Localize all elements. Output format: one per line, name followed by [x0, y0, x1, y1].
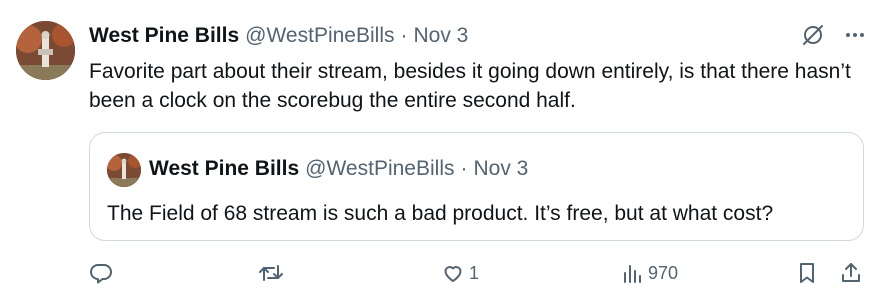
views-button[interactable]: 970 [620, 258, 678, 288]
retweet-icon [258, 261, 284, 285]
tweet-header: West Pine Bills @WestPineBills · Nov 3 [89, 22, 468, 50]
avatar-image [16, 21, 75, 80]
like-icon [441, 261, 465, 285]
tweet-text: Favorite part about their stream, beside… [89, 60, 851, 112]
views-count: 970 [648, 262, 679, 283]
like-count: 1 [469, 262, 480, 283]
tweet-top-actions [800, 22, 866, 48]
share-button[interactable] [839, 258, 863, 288]
more-icon[interactable] [844, 24, 866, 46]
retweet-button[interactable] [258, 258, 288, 288]
like-button[interactable]: 1 [441, 258, 479, 288]
quoted-author-name: West Pine Bills [149, 157, 300, 180]
quoted-avatar-image [107, 153, 141, 187]
grok-icon[interactable] [800, 22, 826, 48]
author-handle[interactable]: @WestPineBills [245, 24, 394, 48]
avatar[interactable] [16, 21, 75, 80]
author-name[interactable]: West Pine Bills [89, 24, 239, 48]
tweet-date[interactable]: Nov 3 [413, 24, 468, 48]
quoted-separator-dot: · [460, 157, 468, 180]
reply-icon [89, 261, 113, 285]
separator-dot: · [400, 24, 408, 47]
quoted-date: Nov 3 [473, 157, 529, 180]
quoted-author-handle: @WestPineBills [305, 157, 455, 180]
quoted-text: The Field of 68 stream is such a bad pro… [107, 202, 774, 225]
share-icon [839, 261, 863, 285]
quoted-header: West Pine Bills @WestPineBills · Nov 3 [149, 155, 528, 183]
bookmark-button[interactable] [795, 258, 819, 288]
views-icon [620, 261, 644, 285]
quoted-avatar[interactable] [107, 153, 141, 187]
action-bar: 1 970 [89, 258, 879, 288]
quoted-tweet[interactable]: West Pine Bills @WestPineBills · Nov 3 T… [89, 132, 864, 241]
bookmark-icon [795, 261, 819, 285]
reply-button[interactable] [89, 258, 117, 288]
